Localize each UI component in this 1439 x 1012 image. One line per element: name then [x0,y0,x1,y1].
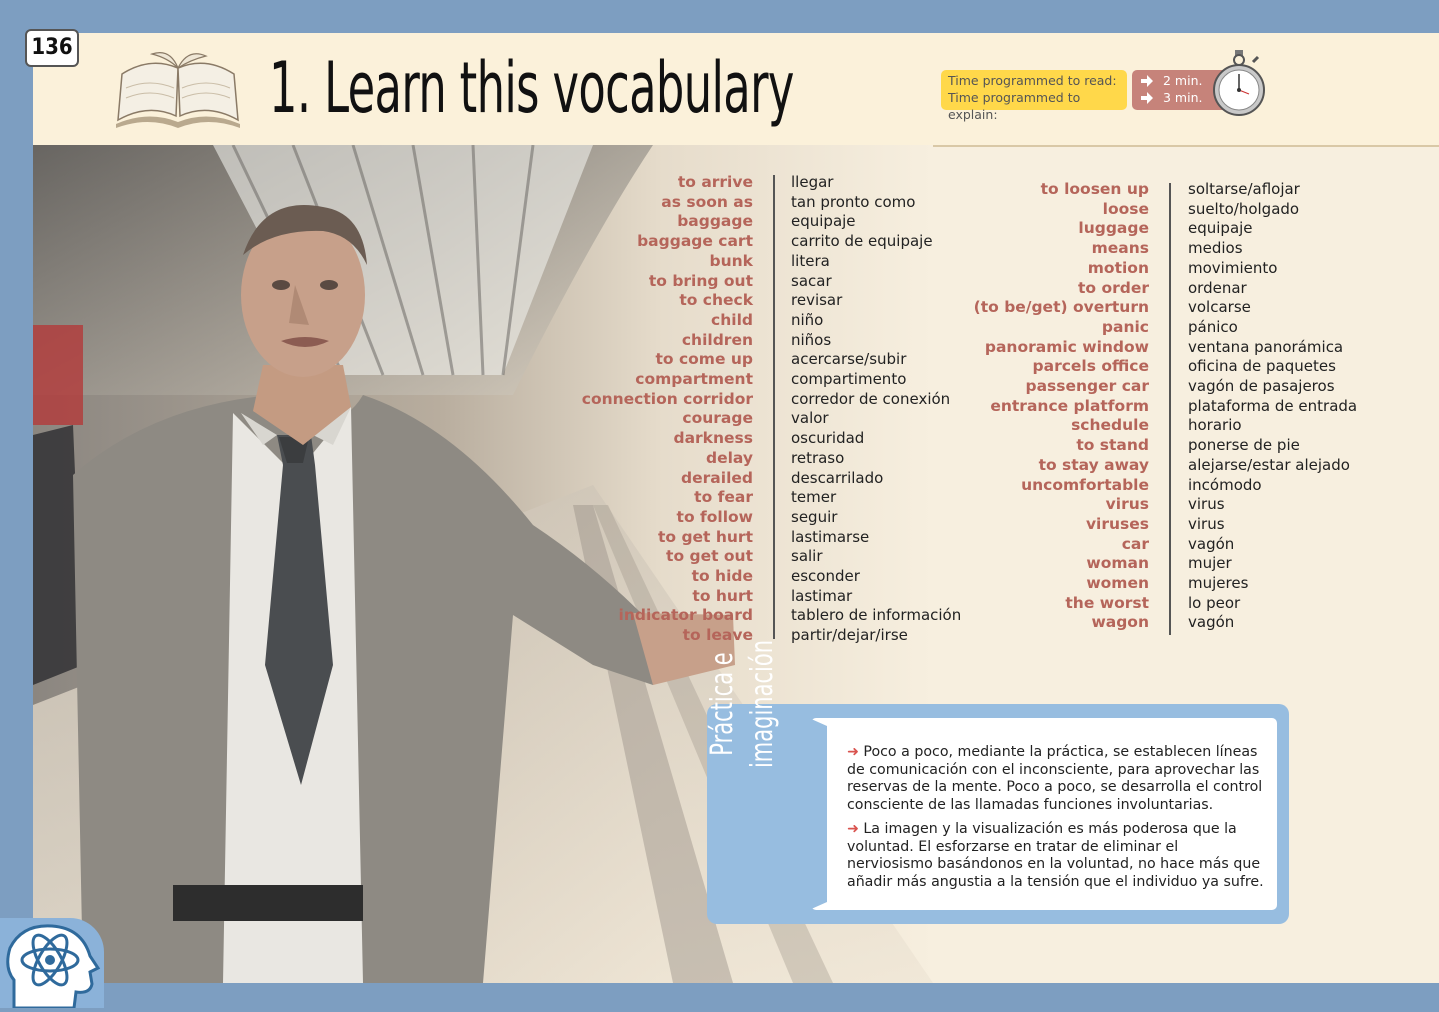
read-time-value: 2 min. [1163,73,1203,88]
vocab-english: schedule [1071,416,1149,435]
vocab-english: to get hurt [658,527,753,546]
vocab-spanish: equipaje [1188,219,1253,238]
vocab-english: virus [1105,495,1149,514]
vocab-english: to stay away [1038,455,1149,474]
vocab-spanish: soltarse/aflojar [1188,180,1300,198]
vocab-english: (to be/get) overturn [973,298,1149,317]
stopwatch-icon [1211,48,1267,122]
vocab-spanish: plataforma de entrada [1188,396,1358,415]
vocab-spanish: incómodo [1188,475,1262,494]
vocab-english: to hide [691,567,753,586]
vocab-english: delay [705,448,753,467]
vocab-english: baggage cart [637,232,753,251]
vocab-english: bunk [709,251,753,270]
vocab-spanish: vagón [1188,534,1235,553]
practice-text: ➜ Poco a poco, mediante la práctica, se … [847,744,1267,898]
vocab-english: to check [679,291,753,310]
practice-paragraph: ➜ La imagen y la visualización es más po… [847,821,1267,891]
vocab-spanish: alejarse/estar alejado [1188,455,1350,474]
vocab-spanish: ponerse de pie [1188,436,1300,455]
vocab-english: parcels office [1032,357,1149,376]
practice-panel: Práctica e imaginación ➜ Poco a poco, me… [705,640,1289,924]
vocab-spanish: vagón [1188,613,1235,632]
column-divider [1169,183,1171,635]
vocab-english: to follow [676,507,753,526]
vocab-spanish: mujer [1188,554,1232,573]
vocab-english: to order [1078,278,1149,297]
vocab-spanish: ventana panorámica [1188,337,1344,356]
read-time-label: Time programmed to read: [948,73,1117,88]
vocab-spanish: horario [1188,416,1242,435]
open-book-icon [108,48,248,142]
explain-time-label: Time programmed to explain: [948,90,1081,122]
vocab-spanish: virus [1188,514,1225,533]
vocab-spanish: vagón de pasajeros [1188,377,1335,396]
vocab-spanish: lo peor [1188,593,1241,612]
vocab-spanish: virus [1188,495,1225,514]
vocab-english: to get out [666,547,753,566]
vocab-spanish: movimiento [1188,258,1278,277]
practice-title-line1: Práctica e [705,652,740,756]
page-title: 1. Learn this vocabulary [269,47,794,129]
vocab-english: means [1091,239,1149,258]
vocab-english: viruses [1085,514,1149,533]
vocab-english: women [1086,574,1149,593]
vocabulary-page: 1. Learn this vocabulary Time programmed… [33,33,1439,983]
vocab-english: to stand [1076,436,1149,455]
vocab-english: luggage [1078,219,1149,238]
vocab-english: to come up [655,350,753,369]
vocab-english: loose [1102,199,1149,218]
vocab-spanish: oficina de paquetes [1188,357,1336,376]
vocab-english: panoramic window [984,337,1149,356]
vocab-english: baggage [677,212,753,231]
vocab-english: child [711,310,753,329]
vocab-english: compartment [635,370,753,389]
vocab-english: wagon [1091,613,1149,632]
page-number: 136 [25,29,79,67]
time-labels-box: Time programmed to read: Time programmed… [941,70,1127,122]
vocab-english: to bring out [648,271,753,290]
vocab-english: to loosen up [1040,180,1149,198]
right-spanish-column: soltarse/aflojar suelto/holgado equipaje… [1188,180,1408,633]
vocab-english: motion [1087,258,1149,277]
vocab-english: darkness [673,429,753,448]
practice-paragraph-2: La imagen y la visualización es más pode… [847,821,1264,890]
vocab-spanish: pánico [1188,317,1238,336]
practice-paragraph-1: Poco a poco, mediante la práctica, se es… [847,744,1263,813]
vocab-spanish: volcarse [1188,298,1251,317]
vocab-spanish: ordenar [1188,278,1247,297]
right-english-column: to loosen up loose luggage means motion … [939,180,1149,633]
vocab-english: panic [1101,317,1149,336]
vocab-english: connection corridor [581,389,753,408]
arrow-right-icon [1141,91,1153,104]
arrow-right-icon [1141,74,1153,87]
vocab-english: car [1121,534,1149,553]
practice-title-line2: imaginación [745,639,780,769]
vocab-english: entrance platform [990,396,1149,415]
explain-time-value: 3 min. [1163,90,1203,105]
practice-paragraph: ➜ Poco a poco, mediante la práctica, se … [847,744,1267,814]
arrow-right-icon: ➜ [847,744,859,760]
vocab-english: uncomfortable [1021,475,1149,494]
vocab-english: derailed [681,468,753,487]
atom-head-icon [0,918,104,1010]
arrow-right-icon: ➜ [847,821,859,837]
vocab-english: children [681,330,753,349]
vocab-english: as soon as [661,192,753,211]
vocab-english: to fear [694,488,753,507]
vocab-english: woman [1086,554,1149,573]
vocab-spanish: medios [1188,239,1243,258]
column-divider [773,175,775,639]
vocab-english: the worst [1065,593,1149,612]
vocab-spanish: mujeres [1188,574,1249,593]
practice-title: Práctica e imaginación [703,604,823,804]
page-header: 1. Learn this vocabulary Time programmed… [33,33,1439,147]
vocab-spanish: suelto/holgado [1188,199,1300,218]
vocab-english: passenger car [1025,377,1150,396]
vocab-english: to arrive [677,173,753,191]
left-english-column: to arrive as soon as baggage baggage car… [553,173,753,646]
vocab-english: courage [682,409,753,428]
